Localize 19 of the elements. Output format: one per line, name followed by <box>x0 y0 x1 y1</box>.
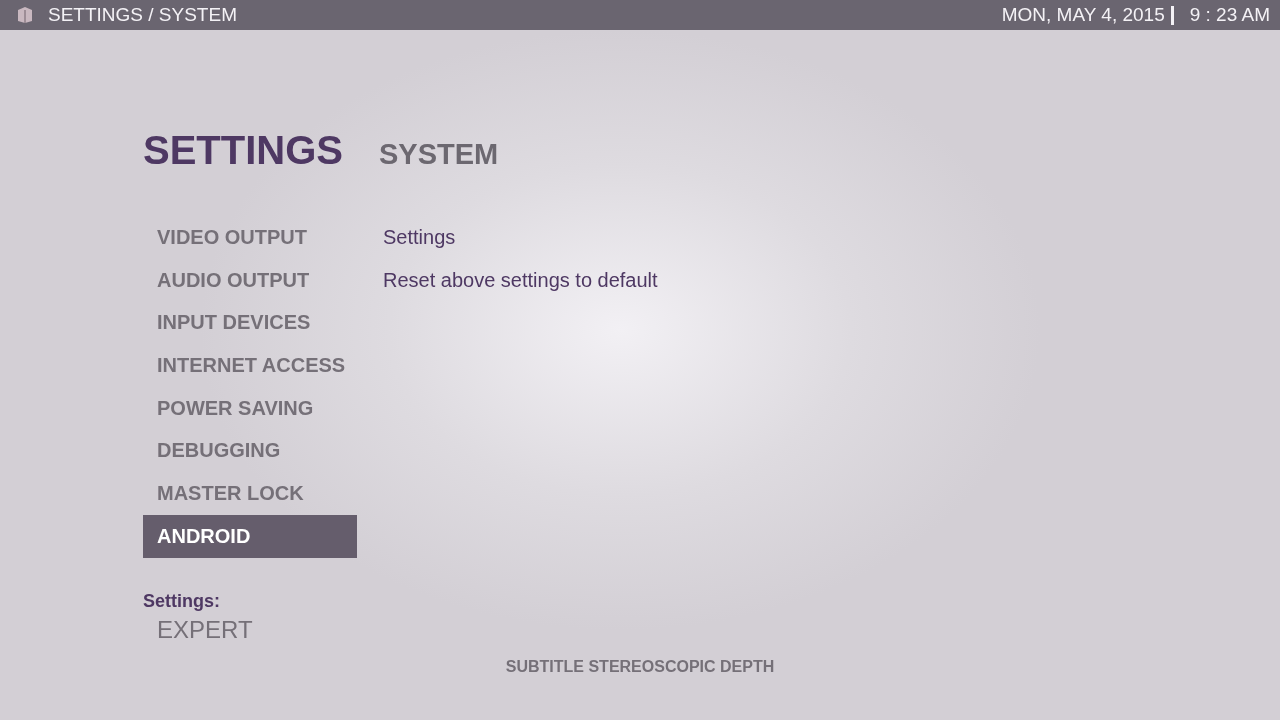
menu-item[interactable]: INPUT DEVICES <box>143 301 357 345</box>
settings-level-value[interactable]: EXPERT <box>157 615 253 644</box>
menu-item[interactable]: VIDEO OUTPUT <box>143 216 357 259</box>
section-title: SYSTEM <box>379 138 499 171</box>
menu-item[interactable]: MASTER LOCK <box>143 472 357 515</box>
menu-item[interactable]: AUDIO OUTPUT <box>143 258 357 302</box>
option-item[interactable]: Reset above settings to default <box>383 258 1280 302</box>
page-title: SETTINGS <box>143 128 344 173</box>
menu-item[interactable]: INTERNET ACCESS <box>143 344 357 387</box>
option-item[interactable]: Settings <box>383 216 1280 259</box>
date-label: MON, MAY 4, 2015 <box>1001 4 1165 26</box>
menu-item[interactable]: POWER SAVING <box>143 386 357 430</box>
menu-item[interactable]: DEBUGGING <box>143 429 357 473</box>
box-icon <box>16 6 34 24</box>
menu-item[interactable]: ANDROID <box>143 514 357 558</box>
breadcrumb: SETTINGS / SYSTEM <box>48 4 238 26</box>
settings-level-label: Settings: <box>143 590 220 612</box>
clock: 9 : 23 AM <box>1189 4 1270 26</box>
hint-text: SUBTITLE STEREOSCOPIC DEPTH <box>505 657 775 675</box>
